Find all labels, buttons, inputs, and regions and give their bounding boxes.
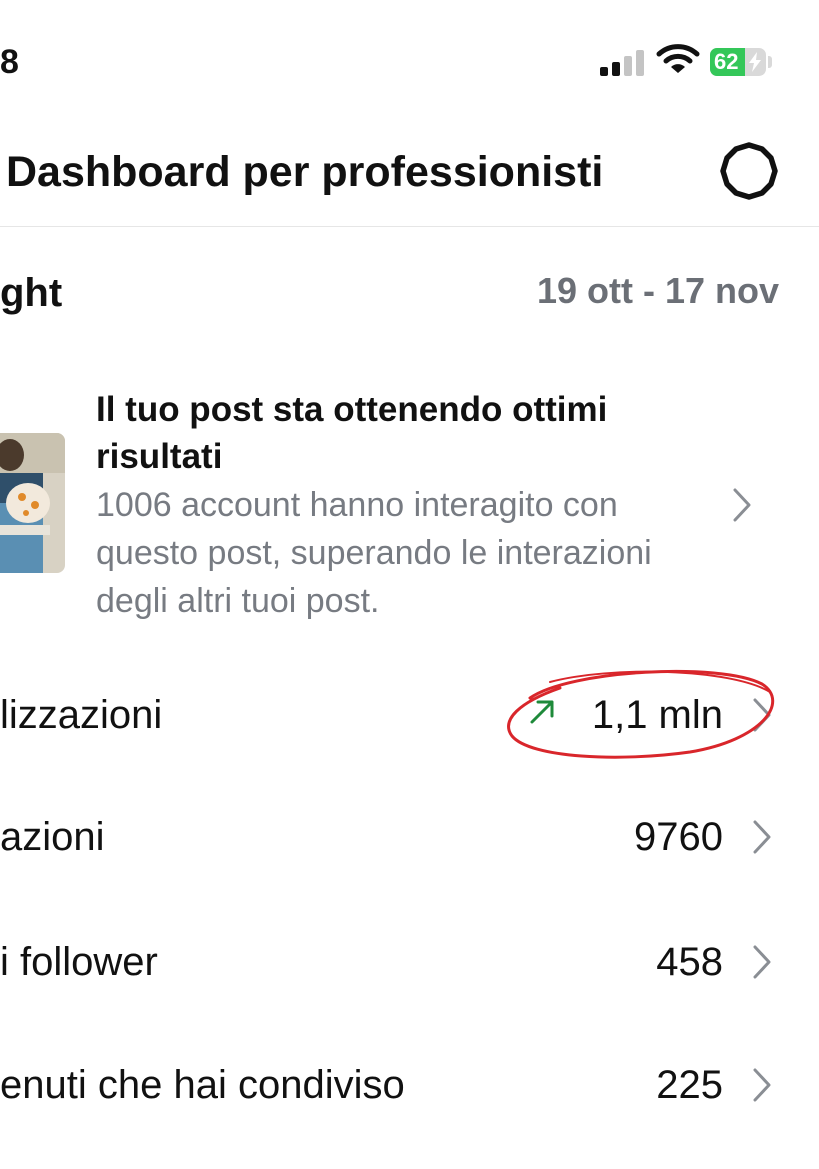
page-title: Dashboard per professionisti [6,148,604,196]
wifi-icon [656,44,700,73]
battery-cap [768,56,772,68]
chevron-right-icon [753,945,771,979]
date-range-selector[interactable]: 19 ott - 17 nov [537,268,779,314]
professional-dashboard-screen: 8 62 Dashboard per professionisti ght 19… [0,0,819,1169]
post-thumbnail [0,433,65,573]
header-divider [0,226,819,227]
status-time: 8 [0,43,19,81]
metric-label: i follower [0,940,158,984]
battery-charging-icon: 62 [710,48,766,76]
chevron-right-icon [753,1068,771,1102]
highlight-annotation-circle [507,669,775,759]
metric-value: 225 [656,1063,723,1107]
metric-value: 9760 [634,815,723,859]
cellular-signal-icon [600,50,646,76]
section-title: ght [0,271,63,315]
metric-label: azioni [0,815,105,859]
post-card-title: Il tuo post sta ottenendo ottimi risulta… [96,390,608,476]
metric-value: 458 [656,940,723,984]
gear-icon[interactable] [718,140,780,202]
chevron-right-icon [733,488,751,522]
metric-label: lizzazioni [0,693,163,737]
battery-level: 62 [714,49,739,74]
chevron-right-icon [753,820,771,854]
charging-bolt-icon [749,52,761,72]
post-card-description: 1006 account hanno interagito con questo… [96,486,652,620]
metric-label: enuti che hai condiviso [0,1063,405,1107]
